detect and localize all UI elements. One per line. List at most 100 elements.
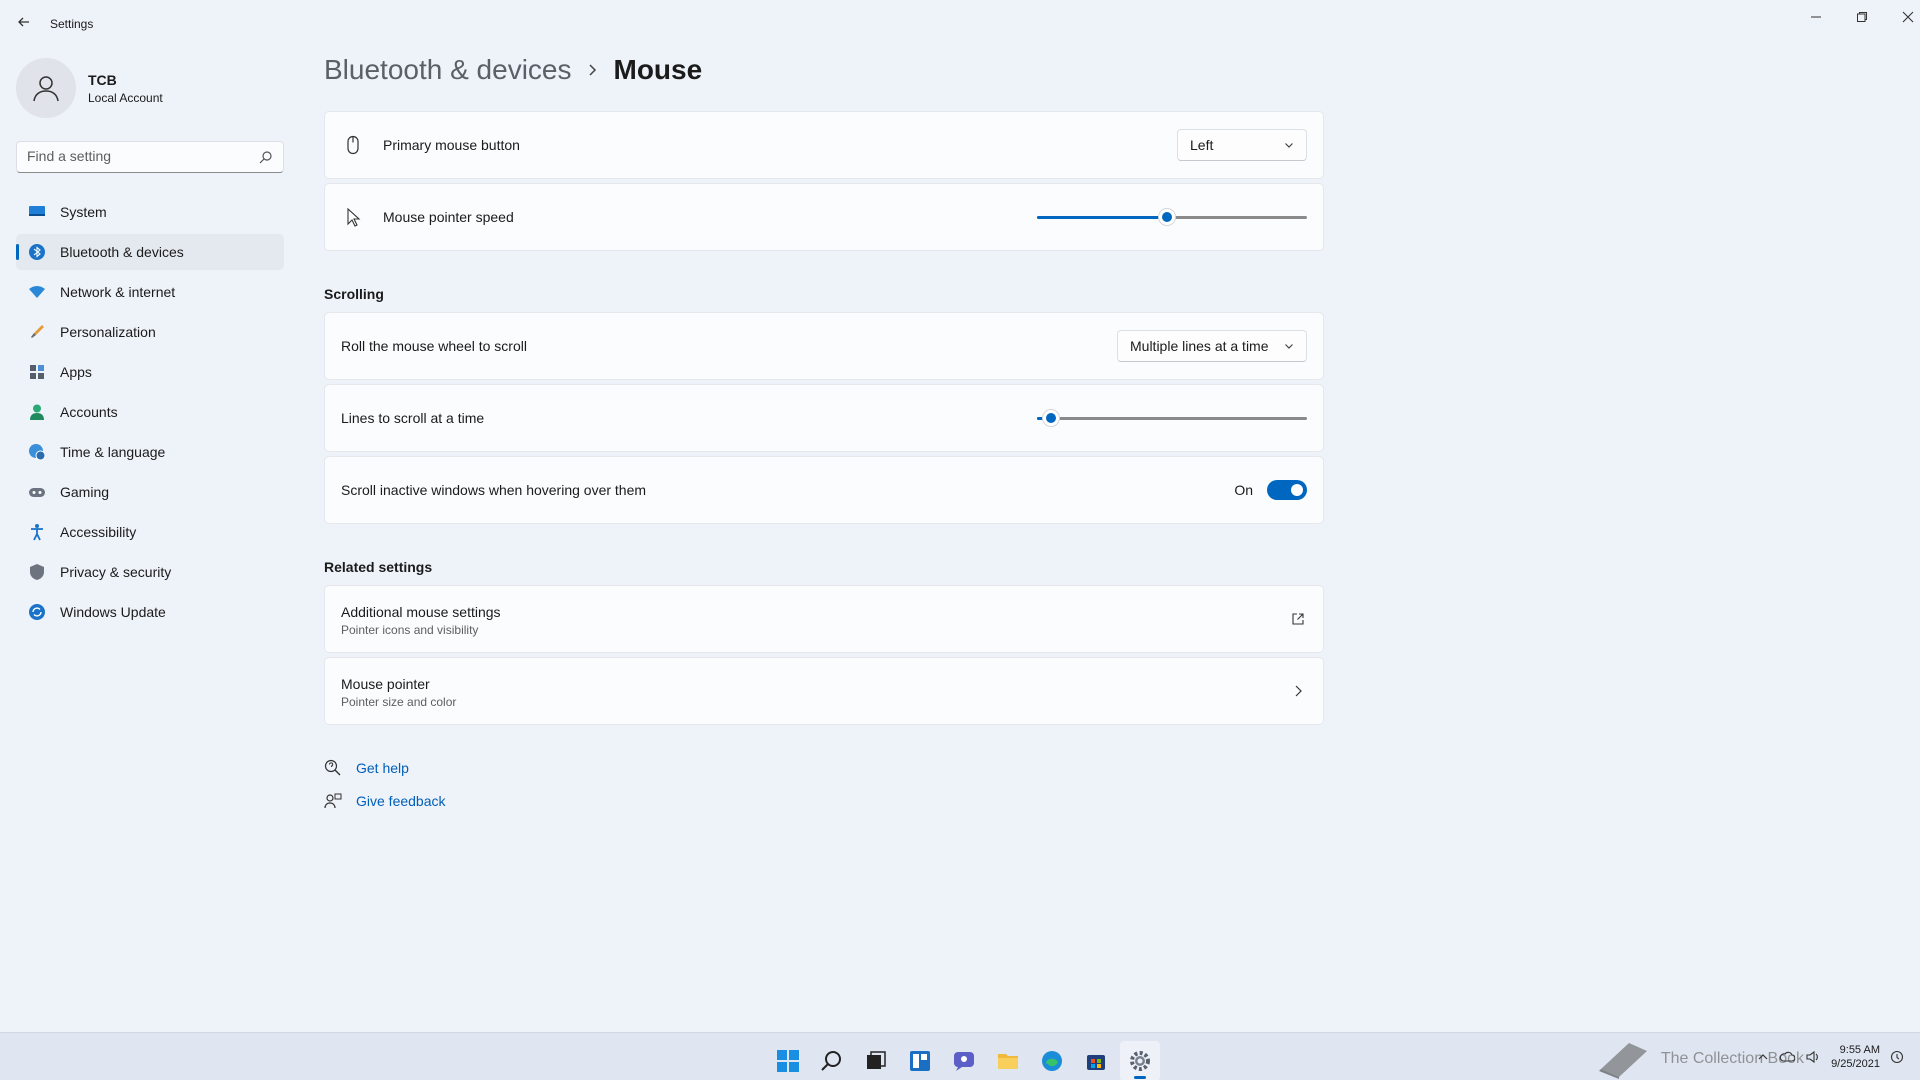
scroll-inactive-card: Scroll inactive windows when hovering ov… (324, 456, 1324, 524)
volume-icon[interactable] (1805, 1050, 1821, 1064)
slider-thumb[interactable] (1041, 409, 1060, 427)
restore-button[interactable] (1844, 6, 1880, 28)
lines-to-scroll-card: Lines to scroll at a time (324, 384, 1324, 452)
sidebar-item-label: Privacy & security (60, 564, 172, 580)
dropdown-value: Left (1190, 137, 1214, 153)
scroll-inactive-toggle[interactable] (1267, 480, 1307, 500)
task-view-icon (867, 1051, 886, 1069)
minimize-button[interactable] (1798, 6, 1834, 28)
store-button[interactable] (1076, 1041, 1116, 1080)
search-box[interactable] (16, 141, 284, 173)
apps-icon (28, 363, 46, 381)
notification-icon[interactable] (1890, 1050, 1904, 1064)
pointer-speed-label: Mouse pointer speed (383, 209, 514, 225)
lines-to-scroll-slider[interactable] (1037, 408, 1307, 428)
sidebar-item-label: Time & language (60, 444, 166, 460)
close-button[interactable] (1890, 6, 1920, 28)
sidebar-item-accounts[interactable]: Accounts (16, 394, 284, 430)
update-icon (28, 603, 46, 621)
lines-to-scroll-label: Lines to scroll at a time (341, 410, 485, 426)
sidebar-item-label: Personalization (60, 324, 156, 340)
pointer-arrow-icon (347, 207, 361, 227)
help-icon (324, 759, 341, 776)
profile-card[interactable]: TCB Local Account (16, 58, 286, 118)
additional-mouse-settings-subtitle: Pointer icons and visibility (341, 623, 479, 637)
roll-wheel-label: Roll the mouse wheel to scroll (341, 338, 527, 354)
search-input[interactable] (27, 148, 247, 164)
chat-icon (954, 1052, 974, 1071)
wifi-icon (28, 283, 46, 301)
chat-button[interactable] (944, 1041, 984, 1080)
pointer-speed-slider[interactable] (1037, 207, 1307, 227)
back-arrow-icon (18, 17, 29, 27)
give-feedback-link[interactable]: Give feedback (324, 792, 446, 810)
roll-wheel-dropdown[interactable]: Multiple lines at a time (1117, 330, 1307, 362)
settings-icon (1130, 1051, 1150, 1071)
task-view-button[interactable] (856, 1041, 896, 1080)
mouse-pointer-title: Mouse pointer (341, 676, 430, 692)
mouse-pointer-card[interactable]: Mouse pointer Pointer size and color (324, 657, 1324, 725)
system-tray: 9:55 AM 9/25/2021 (1757, 1033, 1904, 1080)
file-explorer-icon (998, 1054, 1018, 1069)
sidebar-item-label: Apps (60, 364, 92, 380)
feedback-icon (324, 793, 342, 809)
sidebar-item-gaming[interactable]: Gaming (16, 474, 284, 510)
cloud-icon[interactable] (1779, 1051, 1796, 1063)
slider-thumb[interactable] (1157, 208, 1176, 226)
sidebar-item-label: Network & internet (60, 284, 176, 300)
store-icon (1087, 1055, 1105, 1070)
taskbar-search-button[interactable] (812, 1041, 852, 1080)
sidebar-item-windows-update[interactable]: Windows Update (16, 594, 284, 630)
additional-mouse-settings-card[interactable]: Additional mouse settings Pointer icons … (324, 585, 1324, 653)
scrolling-heading: Scrolling (324, 286, 384, 302)
sidebar-item-label: Accounts (60, 404, 118, 420)
bluetooth-icon (28, 243, 46, 261)
slider-fill (1037, 216, 1167, 219)
start-button[interactable] (768, 1041, 808, 1080)
system-icon (28, 203, 46, 221)
mouse-icon (347, 135, 359, 155)
gamepad-icon (28, 483, 46, 501)
profile-account-type: Local Account (88, 91, 163, 105)
sidebar-item-system[interactable]: System (16, 194, 284, 230)
title-bar: Settings (0, 0, 1920, 48)
sidebar-item-time-language[interactable]: Time & language (16, 434, 284, 470)
user-icon (33, 76, 59, 102)
search-icon (821, 1051, 841, 1071)
sidebar-item-privacy-security[interactable]: Privacy & security (16, 554, 284, 590)
sidebar-item-label: Bluetooth & devices (60, 244, 184, 260)
clock[interactable]: 9:55 AM 9/25/2021 (1831, 1043, 1880, 1071)
file-explorer-button[interactable] (988, 1041, 1028, 1080)
globe-clock-icon (28, 443, 46, 461)
settings-taskbar-button[interactable] (1120, 1041, 1160, 1080)
widgets-button[interactable] (900, 1041, 940, 1080)
sidebar-item-personalization[interactable]: Personalization (16, 314, 284, 350)
chevron-down-icon (1284, 341, 1294, 351)
external-link-icon (1292, 613, 1304, 625)
back-button[interactable] (14, 12, 34, 32)
close-icon (1902, 11, 1914, 23)
roll-wheel-card: Roll the mouse wheel to scroll Multiple … (324, 312, 1324, 380)
app-title: Settings (50, 17, 94, 31)
pointer-speed-card: Mouse pointer speed (324, 183, 1324, 251)
page-title: Mouse (613, 54, 703, 85)
edge-button[interactable] (1032, 1041, 1072, 1080)
scroll-inactive-toggle-group: On (1234, 480, 1307, 500)
give-feedback-label: Give feedback (356, 793, 446, 809)
minimize-icon (1811, 16, 1821, 18)
accounts-icon (28, 403, 46, 421)
get-help-link[interactable]: Get help (324, 759, 409, 777)
primary-mouse-button-card: Primary mouse button Left (324, 111, 1324, 179)
chevron-down-icon (1284, 140, 1294, 150)
sidebar-item-bluetooth-devices[interactable]: Bluetooth & devices (16, 234, 284, 270)
scroll-inactive-label: Scroll inactive windows when hovering ov… (341, 482, 647, 498)
sidebar-item-apps[interactable]: Apps (16, 354, 284, 390)
sidebar-item-network-internet[interactable]: Network & internet (16, 274, 284, 310)
sidebar-item-label: Gaming (60, 484, 110, 500)
search-icon (259, 151, 272, 164)
breadcrumb-parent[interactable]: Bluetooth & devices (324, 54, 572, 86)
accessibility-icon (28, 523, 46, 541)
chevron-up-icon[interactable] (1757, 1051, 1769, 1063)
primary-mouse-button-dropdown[interactable]: Left (1177, 129, 1307, 161)
sidebar-item-accessibility[interactable]: Accessibility (16, 514, 284, 550)
